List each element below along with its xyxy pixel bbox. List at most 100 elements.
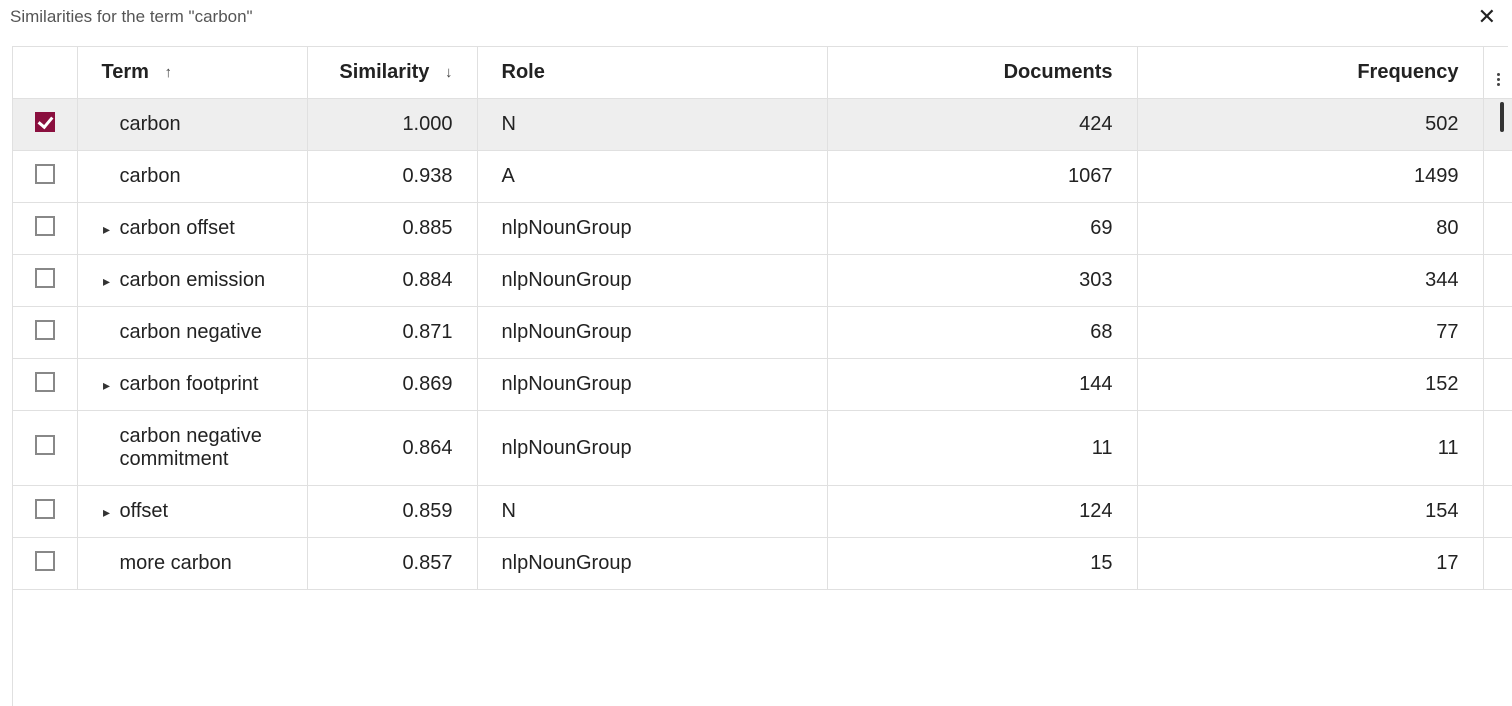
term-cell: ▸carbon <box>77 99 307 151</box>
col-header-documents[interactable]: Documents <box>827 47 1137 99</box>
row-trailing-cell <box>1483 99 1512 151</box>
expand-icon[interactable]: ▸ <box>100 274 114 288</box>
role-cell: A <box>477 151 827 203</box>
table-row[interactable]: ▸carbon negative commitment0.864nlpNounG… <box>13 411 1512 486</box>
table-row[interactable]: ▸ carbon offset 0.885nlpNounGroup6980 <box>13 203 1512 255</box>
col-header-role[interactable]: Role <box>477 47 827 99</box>
row-checkbox-cell <box>13 307 77 359</box>
col-header-frequency[interactable]: Frequency <box>1137 47 1483 99</box>
documents-cell: 144 <box>827 359 1137 411</box>
table-row[interactable]: ▸more carbon0.857nlpNounGroup1517 <box>13 538 1512 590</box>
row-checkbox-cell <box>13 486 77 538</box>
row-checkbox[interactable] <box>35 320 55 340</box>
row-checkbox[interactable] <box>35 112 55 132</box>
role-cell: N <box>477 99 827 151</box>
row-trailing-cell <box>1483 486 1512 538</box>
documents-cell: 1067 <box>827 151 1137 203</box>
table-row[interactable]: ▸carbon negative0.871nlpNounGroup6877 <box>13 307 1512 359</box>
frequency-cell: 154 <box>1137 486 1483 538</box>
table-row[interactable]: ▸carbon1.000N424502 <box>13 99 1512 151</box>
frequency-cell: 80 <box>1137 203 1483 255</box>
role-cell: nlpNounGroup <box>477 411 827 486</box>
row-trailing-cell <box>1483 359 1512 411</box>
similarity-cell: 0.884 <box>307 255 477 307</box>
term-text: carbon footprint <box>120 373 259 396</box>
documents-cell: 69 <box>827 203 1137 255</box>
role-cell: nlpNounGroup <box>477 538 827 590</box>
documents-cell: 303 <box>827 255 1137 307</box>
frequency-cell: 502 <box>1137 99 1483 151</box>
term-text: carbon <box>120 165 181 188</box>
table-wrap: Term Similarity Role Documents Frequen <box>12 46 1508 706</box>
documents-cell: 11 <box>827 411 1137 486</box>
term-cell: ▸ carbon offset <box>77 203 307 255</box>
col-options-button[interactable] <box>1483 47 1512 99</box>
row-checkbox[interactable] <box>35 435 55 455</box>
expand-icon[interactable]: ▸ <box>100 222 114 236</box>
documents-cell: 124 <box>827 486 1137 538</box>
similarity-cell: 0.869 <box>307 359 477 411</box>
row-checkbox-cell <box>13 151 77 203</box>
col-header-similarity[interactable]: Similarity <box>307 47 477 99</box>
term-text: carbon offset <box>120 217 235 240</box>
documents-cell: 68 <box>827 307 1137 359</box>
table-row[interactable]: ▸carbon emission0.884nlpNounGroup303344 <box>13 255 1512 307</box>
table-row[interactable]: ▸carbon0.938A10671499 <box>13 151 1512 203</box>
col-header-checkbox[interactable] <box>13 47 77 99</box>
close-icon[interactable]: ✕ <box>1472 4 1502 30</box>
row-trailing-cell <box>1483 411 1512 486</box>
sort-desc-icon <box>445 64 453 81</box>
similarity-cell: 0.857 <box>307 538 477 590</box>
panel-title: Similarities for the term "carbon" <box>10 7 253 27</box>
frequency-cell: 17 <box>1137 538 1483 590</box>
term-text: carbon emission <box>120 269 266 292</box>
column-options-icon <box>1497 73 1500 86</box>
table-row[interactable]: ▸offset0.859N124154 <box>13 486 1512 538</box>
frequency-cell: 11 <box>1137 411 1483 486</box>
row-trailing-cell <box>1483 151 1512 203</box>
scrollbar-thumb[interactable] <box>1500 102 1504 132</box>
row-checkbox-cell <box>13 255 77 307</box>
col-header-term[interactable]: Term <box>77 47 307 99</box>
row-checkbox-cell <box>13 99 77 151</box>
row-checkbox[interactable] <box>35 164 55 184</box>
term-cell: ▸ carbon emission <box>77 255 307 307</box>
term-text: more carbon <box>120 552 232 575</box>
term-text: offset <box>120 500 169 523</box>
col-header-label: Documents <box>1004 61 1113 83</box>
expand-icon[interactable]: ▸ <box>100 505 114 519</box>
row-checkbox-cell <box>13 538 77 590</box>
table-header-row: Term Similarity Role Documents Frequen <box>13 47 1512 99</box>
row-checkbox[interactable] <box>35 551 55 571</box>
similarities-table: Term Similarity Role Documents Frequen <box>13 47 1512 590</box>
row-checkbox-cell <box>13 411 77 486</box>
role-cell: nlpNounGroup <box>477 203 827 255</box>
similarity-cell: 0.859 <box>307 486 477 538</box>
similarities-panel: Similarities for the term "carbon" ✕ Ter… <box>0 0 1512 706</box>
row-checkbox[interactable] <box>35 372 55 392</box>
term-cell: ▸more carbon <box>77 538 307 590</box>
frequency-cell: 1499 <box>1137 151 1483 203</box>
sort-asc-icon <box>164 64 172 81</box>
similarity-cell: 0.885 <box>307 203 477 255</box>
col-header-label: Role <box>502 61 545 83</box>
term-cell: ▸ carbon footprint <box>77 359 307 411</box>
frequency-cell: 152 <box>1137 359 1483 411</box>
similarity-cell: 1.000 <box>307 99 477 151</box>
role-cell: nlpNounGroup <box>477 255 827 307</box>
expand-icon[interactable]: ▸ <box>100 378 114 392</box>
row-checkbox-cell <box>13 203 77 255</box>
table-row[interactable]: ▸carbon footprint0.869nlpNounGroup144152 <box>13 359 1512 411</box>
term-text: carbon negative commitment <box>120 425 291 471</box>
row-checkbox[interactable] <box>35 216 55 236</box>
term-cell: ▸carbon negative commitment <box>77 411 307 486</box>
row-checkbox-cell <box>13 359 77 411</box>
row-checkbox[interactable] <box>35 499 55 519</box>
similarity-cell: 0.871 <box>307 307 477 359</box>
term-cell: ▸carbon negative <box>77 307 307 359</box>
col-header-label: Term <box>102 61 149 83</box>
col-header-label: Similarity <box>339 61 429 83</box>
similarity-cell: 0.938 <box>307 151 477 203</box>
row-checkbox[interactable] <box>35 268 55 288</box>
term-text: carbon <box>120 113 181 136</box>
